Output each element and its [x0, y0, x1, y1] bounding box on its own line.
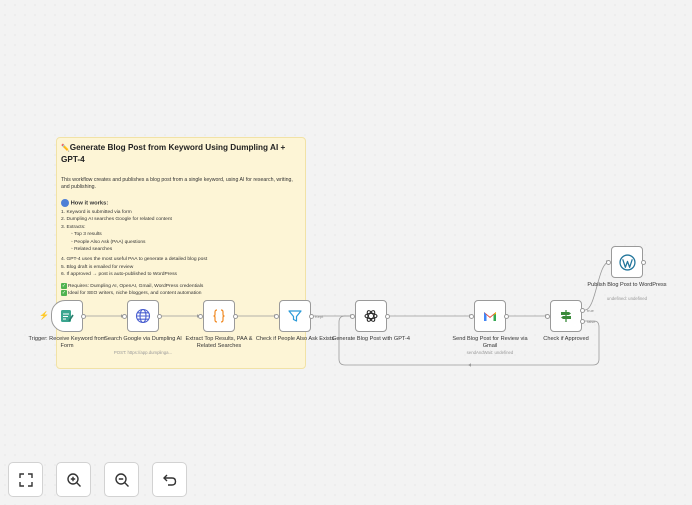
- input-port[interactable]: [122, 314, 127, 319]
- input-port[interactable]: [274, 314, 279, 319]
- false-output-port[interactable]: [580, 319, 585, 324]
- input-port[interactable]: [350, 314, 355, 319]
- kept-edge-label: Kept: [315, 314, 324, 319]
- output-port[interactable]: [641, 260, 646, 265]
- input-port[interactable]: [469, 314, 474, 319]
- input-port[interactable]: [606, 260, 611, 265]
- node-check-paa[interactable]: [279, 300, 311, 332]
- filter-icon: [288, 310, 302, 322]
- output-port[interactable]: [157, 314, 162, 319]
- input-port[interactable]: [198, 314, 203, 319]
- true-edge-label: true: [587, 308, 594, 313]
- node-trigger-form[interactable]: [51, 300, 83, 332]
- output-port[interactable]: [504, 314, 509, 319]
- node-send-gmail[interactable]: [474, 300, 506, 332]
- code-braces-icon: [213, 309, 225, 323]
- gmail-icon: [484, 312, 496, 321]
- node-label: Generate Blog Post with GPT-4: [331, 336, 411, 342]
- node-label: Send Blog Post for Review via Gmail: [452, 336, 528, 349]
- zoom-in-button[interactable]: [56, 462, 91, 497]
- undo-icon: [162, 474, 176, 486]
- zoom-in-icon: [66, 472, 81, 487]
- form-icon: [61, 310, 74, 322]
- node-label: Trigger: Receive Keyword from Form: [28, 336, 106, 349]
- fit-view-button[interactable]: [8, 462, 43, 497]
- output-port[interactable]: [309, 314, 314, 319]
- node-sublabel: POST: https://app.dumplinga...: [113, 350, 173, 355]
- input-port[interactable]: [545, 314, 550, 319]
- node-check-approved[interactable]: [550, 300, 582, 332]
- output-port[interactable]: [385, 314, 390, 319]
- connections-layer: [86, 260, 610, 367]
- true-output-port[interactable]: [580, 308, 585, 313]
- trigger-bolt-icon: ⚡: [39, 311, 49, 320]
- node-publish-wordpress[interactable]: [611, 246, 643, 278]
- fit-view-icon: [18, 472, 33, 487]
- node-label: Extract Top Results, PAA & Related Searc…: [185, 336, 253, 349]
- undo-button[interactable]: [152, 462, 187, 497]
- zoom-out-icon: [114, 472, 129, 487]
- false-edge-label: false: [587, 319, 596, 324]
- node-label: Publish Blog Post to WordPress: [587, 282, 667, 288]
- zoom-out-button[interactable]: [104, 462, 139, 497]
- signpost-icon: [561, 310, 571, 322]
- arrow-head: [468, 363, 471, 367]
- node-label: Check if People Also Ask Exists: [255, 336, 335, 342]
- openai-icon: [364, 310, 378, 322]
- output-port[interactable]: [233, 314, 238, 319]
- node-extract-results[interactable]: [203, 300, 235, 332]
- node-sublabel: undefined: undefined: [606, 296, 648, 301]
- node-generate-blog-post[interactable]: [355, 300, 387, 332]
- globe-icon: [135, 308, 151, 324]
- node-sublabel: sendAndWait: undefined: [466, 350, 514, 355]
- node-label: Check if Approved: [543, 336, 589, 342]
- node-search-google[interactable]: [127, 300, 159, 332]
- output-port[interactable]: [81, 314, 86, 319]
- node-label: Search Google via Dumpling AI: [104, 336, 182, 342]
- wordpress-icon: [618, 253, 636, 271]
